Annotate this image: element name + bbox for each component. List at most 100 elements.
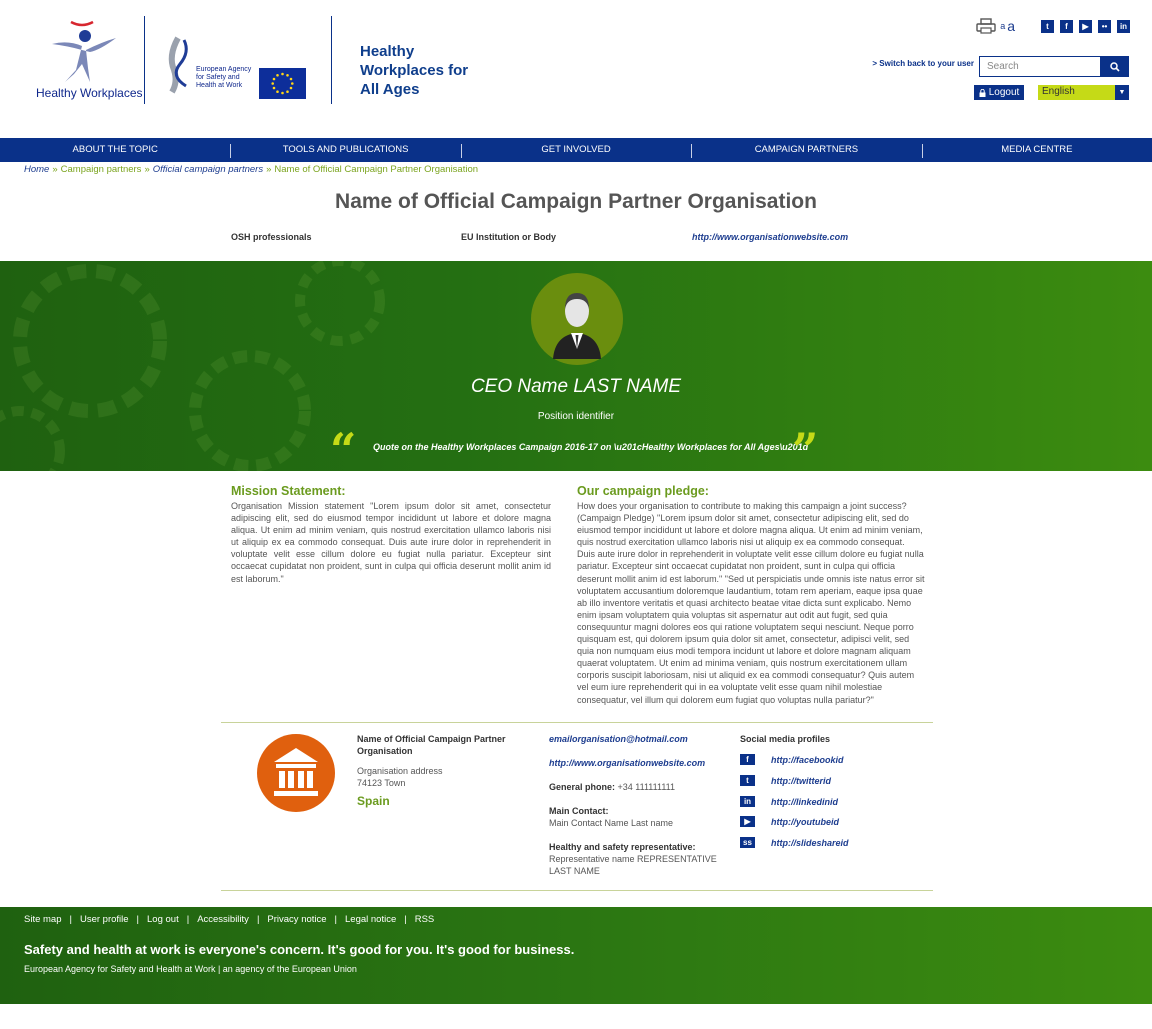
org-website-link[interactable]: http://www.organisationwebsite.com <box>692 232 848 242</box>
social-profile-row[interactable]: ▶ http://youtubeid <box>740 815 839 828</box>
header-tools: a a t f ▶ •• in <box>976 16 1130 36</box>
section-divider <box>221 890 933 891</box>
close-quote-icon: ” <box>792 423 819 471</box>
main-nav: ABOUT THE TOPIC TOOLS AND PUBLICATIONS G… <box>0 138 1152 162</box>
contact-postal: 74123 Town <box>357 778 406 788</box>
org-type: EU Institution or Body <box>461 232 556 242</box>
footer-link-sitemap[interactable]: Site map <box>24 914 62 925</box>
search-icon <box>1110 61 1120 72</box>
quote-text: Quote on the Healthy Workplaces Campaign… <box>373 442 809 452</box>
social-profile-link[interactable]: http://linkedinid <box>771 797 838 807</box>
breadcrumb: Home» Campaign partners» Official campaign… <box>24 164 478 175</box>
contact-website-link[interactable]: http://www.organisationwebsite.com <box>549 757 734 769</box>
facebook-icon: f <box>740 754 755 765</box>
figure-logo-icon <box>52 20 116 82</box>
breadcrumb-home[interactable]: Home <box>24 164 49 175</box>
contact-email-link[interactable]: emailorganisation@hotmail.com <box>549 733 734 745</box>
social-profile-row[interactable]: in http://linkedinid <box>740 795 838 808</box>
nav-about-topic[interactable]: ABOUT THE TOPIC <box>0 138 230 162</box>
open-quote-icon: “ <box>330 423 357 471</box>
site-header: Healthy Workplaces European Agency for S… <box>0 0 1152 138</box>
ceo-name: CEO Name LAST NAME <box>470 376 682 397</box>
social-profile-link[interactable]: http://twitterid <box>771 776 831 786</box>
site-footer: Site map | User profile | Log out | Accessibil… <box>0 907 1152 1004</box>
footer-link-rss[interactable]: RSS <box>415 914 435 925</box>
nav-tools-publications[interactable]: TOOLS AND PUBLICATIONS <box>230 138 460 162</box>
eu-osha-logo[interactable]: European Agency for Safety and Health at… <box>164 36 309 100</box>
phone-value: +34 111111111 <box>617 782 676 792</box>
page-title: Name of Official Campaign Partner Organi… <box>335 190 817 213</box>
switch-back-link[interactable]: > Switch back to your user <box>872 59 974 68</box>
youtube-icon: ▶ <box>740 816 755 827</box>
contact-address: Organisation address <box>357 766 443 776</box>
breadcrumb-official-partners[interactable]: Official campaign partners <box>153 164 263 175</box>
institution-icon <box>274 748 318 796</box>
social-profile-link[interactable]: http://youtubeid <box>771 817 839 827</box>
footer-link-user-profile[interactable]: User profile <box>80 914 129 925</box>
flickr-icon[interactable]: •• <box>1098 19 1111 33</box>
social-profile-row[interactable]: t http://twitterid <box>740 774 831 787</box>
print-icon[interactable] <box>976 18 996 34</box>
twitter-icon: t <box>740 775 755 786</box>
social-profile-row[interactable]: f http://facebookid <box>740 753 844 766</box>
language-value: English <box>1042 86 1075 97</box>
footer-separator: | <box>69 914 72 925</box>
footer-link-logout[interactable]: Log out <box>147 914 179 925</box>
section-divider <box>221 722 933 723</box>
social-profiles-title: Social media profiles <box>740 734 831 744</box>
nav-media-centre[interactable]: MEDIA CENTRE <box>921 138 1152 162</box>
pledge-title: Our campaign pledge: <box>577 484 709 498</box>
breadcrumb-campaign-partners[interactable]: Campaign partners <box>61 164 142 175</box>
org-contact-address: Name of Official Campaign Partner Organi… <box>357 733 527 807</box>
healthy-workplaces-logo[interactable]: Healthy Workplaces <box>30 16 143 106</box>
footer-link-accessibility[interactable]: Accessibility <box>197 914 249 925</box>
search-input[interactable]: Search <box>979 56 1101 77</box>
logout-button[interactable]: Logout <box>974 85 1024 100</box>
osha-symbol-icon <box>168 36 188 94</box>
footer-separator: | <box>186 914 190 925</box>
header-divider <box>144 16 145 104</box>
twitter-icon[interactable]: t <box>1041 19 1054 33</box>
ceo-quote: “ Quote on the Healthy Workplaces Campai… <box>330 427 825 471</box>
contact-country: Spain <box>357 794 390 808</box>
footer-agency: European Agency for Safety and Health at… <box>24 964 357 974</box>
font-size-large-button[interactable]: a <box>1007 18 1015 34</box>
social-profile-row[interactable]: ss http://slideshareid <box>740 836 849 849</box>
logo-text: Healthy Workplaces <box>36 86 143 100</box>
logout-label: Logout <box>988 87 1020 98</box>
main-contact-value: Main Contact Name Last name <box>549 818 674 828</box>
breadcrumb-current: Name of Official Campaign Partner Organi… <box>274 164 479 175</box>
social-profile-link[interactable]: http://facebookid <box>771 755 844 765</box>
breadcrumb-separator: » <box>52 164 58 175</box>
font-size-small-button[interactable]: a <box>1000 21 1005 31</box>
breadcrumb-separator: » <box>266 164 272 175</box>
footer-separator: | <box>136 914 140 925</box>
linkedin-icon[interactable]: in <box>1117 19 1130 33</box>
pledge-body: How does your organisation to contribute… <box>577 501 925 705</box>
contact-org-name: Name of Official Campaign Partner Organi… <box>357 734 506 756</box>
youtube-icon[interactable]: ▶ <box>1079 19 1092 33</box>
search-button[interactable] <box>1101 56 1129 77</box>
ceo-hero-banner: CEO Name LAST NAME Position identifier “… <box>0 261 1152 471</box>
social-profile-link[interactable]: http://slideshareid <box>771 838 849 848</box>
nav-get-involved[interactable]: GET INVOLVED <box>460 138 691 162</box>
linkedin-icon: in <box>740 796 755 807</box>
campaign-title: Healthy Workplaces for All Ages <box>360 43 469 98</box>
header-divider <box>331 16 332 104</box>
chevron-down-icon: ▼ <box>1115 85 1129 100</box>
nav-campaign-partners[interactable]: CAMPAIGN PARTNERS <box>691 138 921 162</box>
osha-logo-text: European Agency for Safety and Health at… <box>196 66 252 89</box>
main-contact-label: Main Contact: <box>549 806 609 816</box>
org-contact-details: emailorganisation@hotmail.com http://www… <box>549 733 734 877</box>
footer-link-privacy[interactable]: Privacy notice <box>267 914 326 925</box>
mission-title: Mission Statement: <box>231 484 346 498</box>
person-icon <box>553 293 601 359</box>
eu-flag-icon <box>259 68 306 99</box>
language-select[interactable]: English ▼ <box>1038 85 1129 100</box>
footer-link-legal[interactable]: Legal notice <box>345 914 396 925</box>
org-category: OSH professionals <box>231 232 312 242</box>
facebook-icon[interactable]: f <box>1060 19 1073 33</box>
breadcrumb-separator: » <box>144 164 150 175</box>
footer-separator: | <box>256 914 260 925</box>
hs-rep-value: Representative name REPRESENTATIVE LAST … <box>549 854 717 876</box>
